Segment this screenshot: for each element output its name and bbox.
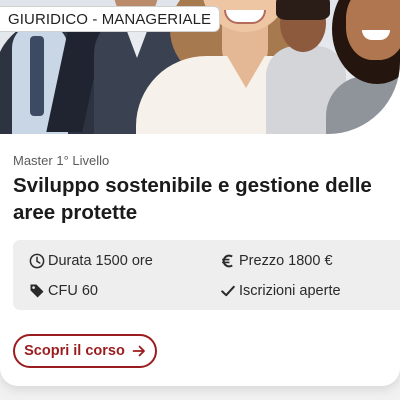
duration-text: Durata 1500 ore [48,253,153,269]
tag-icon [30,284,44,298]
price-text: Prezzo 1800 € [239,253,333,269]
enrollment-status-detail: Iscrizioni aperte [220,283,341,299]
arrow-right-icon [132,345,145,357]
photo-person-right-hair [276,0,330,20]
category-badge: GIURIDICO - MANAGERIALE [0,6,221,32]
course-title-line: Sviluppo sostenibile e gestione delle [13,174,372,197]
duration-detail: Durata 1500 ore [29,253,153,269]
course-hero-image: GIURIDICO - MANAGERIALE [0,0,400,134]
course-level: Master 1° Livello [13,153,110,168]
photo-person-tie [30,36,44,116]
course-title[interactable]: Sviluppo sostenibile e gestione delle ar… [13,172,397,226]
euro-icon [222,254,233,268]
course-card: GIURIDICO - MANAGERIALE Master 1° Livell… [0,0,400,386]
clock-icon [29,253,45,269]
enrollment-status-text: Iscrizioni aperte [239,283,341,299]
discover-course-label: Scopri il corso [24,343,125,359]
discover-course-button[interactable]: Scopri il corso [13,334,157,368]
check-icon [221,285,235,297]
credits-text: CFU 60 [48,283,98,299]
course-title-line: aree protette [13,201,138,224]
course-details-panel: Durata 1500 ore Prezzo 1800 € CFU 60 Isc… [13,240,400,310]
credits-detail: CFU 60 [29,283,98,299]
price-detail: Prezzo 1800 € [220,253,333,269]
